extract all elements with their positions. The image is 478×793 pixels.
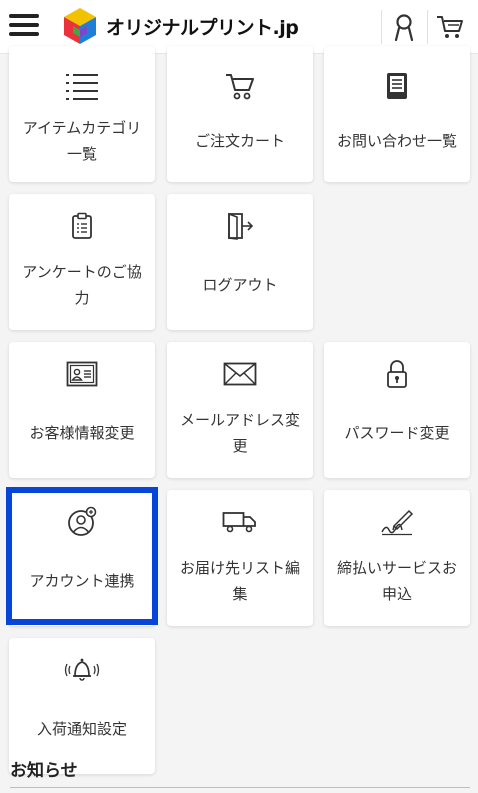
menu-tile-stock-notification[interactable]: 入荷通知設定: [9, 638, 155, 774]
id-card-icon: [66, 361, 98, 387]
menu-tile-delivery-list[interactable]: お届け先リスト編集: [167, 490, 313, 626]
hamburger-icon[interactable]: [9, 12, 39, 38]
envelope-icon: [223, 362, 257, 386]
menu-tile-label: 入荷通知設定: [36, 720, 127, 738]
document-icon: [387, 73, 407, 99]
menu-tile-deferred-payment[interactable]: 締払いサービスお申込: [324, 490, 470, 626]
menu-tile-label: メールアドレス変更: [179, 411, 300, 455]
list-icon: [66, 74, 98, 100]
logo-cube-icon: [64, 8, 96, 44]
menu-tile-label: お届け先リスト編集: [179, 559, 300, 603]
menu-tile-label: 締払いサービスお申込: [336, 559, 457, 603]
menu-tile-customer-info[interactable]: お客様情報変更: [9, 342, 155, 478]
user-icon: [394, 14, 414, 41]
cart-icon: [437, 16, 463, 38]
menu-tile-label: パスワード変更: [344, 424, 450, 442]
bell-icon: [64, 658, 100, 681]
menu-tile-account-link[interactable]: アカウント連携: [9, 490, 155, 626]
cart-icon: [226, 74, 254, 100]
clipboard-icon: [72, 212, 92, 239]
logout-icon: [228, 212, 254, 240]
account-link-icon: [68, 506, 97, 536]
menu-tile-survey[interactable]: アンケートのご協力: [9, 194, 155, 330]
truck-icon: [222, 512, 256, 533]
menu-tile-inquiries[interactable]: お問い合わせ一覧: [324, 46, 470, 182]
menu-tile-label: お客様情報変更: [29, 424, 135, 442]
notices-heading: お知らせ: [10, 761, 78, 781]
menu-tile-label: ご注文カート: [194, 132, 285, 150]
logo-text: オリジナルプリント.jp: [106, 16, 299, 39]
menu-tile-email-change[interactable]: メールアドレス変更: [167, 342, 313, 478]
menu-tile-cart[interactable]: ご注文カート: [167, 46, 313, 182]
account-button[interactable]: [382, 8, 426, 46]
cart-button[interactable]: [428, 8, 472, 46]
menu-tile-item-categories[interactable]: アイテムカテゴリ一覧: [9, 46, 155, 182]
menu-tile-label: ログアウト: [202, 276, 278, 294]
lock-icon: [387, 360, 407, 388]
menu-tile-logout[interactable]: ログアウト: [167, 194, 313, 330]
notices-divider: [10, 787, 470, 788]
signature-icon: [381, 509, 414, 536]
menu-tile-label: アカウント連携: [29, 572, 135, 590]
menu-tile-label: アンケートのご協力: [22, 263, 142, 307]
menu-tile-password-change[interactable]: パスワード変更: [324, 342, 470, 478]
menu-tile-label: アイテムカテゴリ一覧: [22, 119, 142, 163]
menu-tile-label: お問い合わせ一覧: [336, 132, 457, 150]
site-logo[interactable]: オリジナルプリント.jp: [60, 6, 299, 46]
